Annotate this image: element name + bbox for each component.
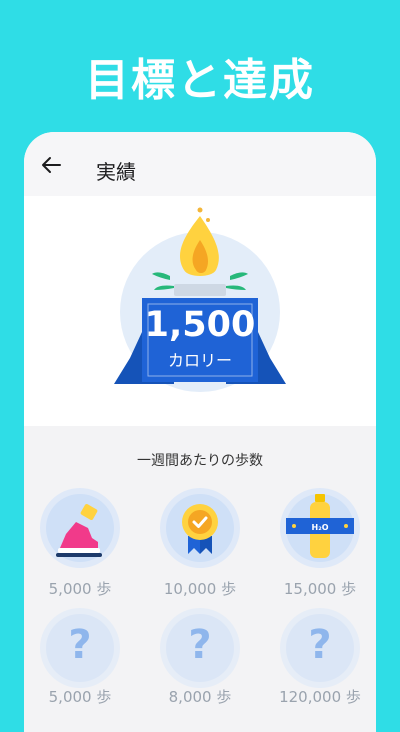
shoe-icon	[56, 504, 102, 557]
app-bar: 実績	[24, 132, 376, 196]
section-title: 一週間あたりの歩数	[137, 453, 263, 469]
medal-icon	[182, 504, 218, 554]
question-icon: ?	[68, 622, 92, 668]
badge-steps-2[interactable]	[160, 488, 240, 568]
badge-label: 5,000 歩	[48, 688, 112, 706]
phone-screen: 実績 1,500 カロリー 一週間あたりの歩数 5,000 歩 10,000 歩…	[24, 132, 376, 732]
badge-label: 15,000 歩	[283, 580, 357, 598]
badge-steps-locked-1[interactable]: ?	[40, 608, 120, 688]
badge-label: 120,000 歩	[279, 688, 361, 706]
badge-label: 10,000 歩	[163, 580, 237, 598]
question-icon: ?	[188, 622, 212, 668]
promo-headline: 目標と達成	[85, 55, 315, 106]
badge-steps-locked-2[interactable]: ?	[160, 608, 240, 688]
badge-label: 8,000 歩	[168, 688, 232, 706]
question-icon: ?	[308, 622, 332, 668]
arrow-left-icon[interactable]	[40, 154, 62, 176]
water-bottle-icon: H₂O	[286, 494, 354, 558]
page-title: 実績	[96, 160, 136, 184]
calorie-unit: カロリー	[167, 351, 232, 370]
badge-steps-locked-3[interactable]: ?	[280, 608, 360, 688]
badge-label: 5,000 歩	[48, 580, 112, 598]
calorie-value: 1,500	[144, 305, 256, 345]
svg-text:H₂O: H₂O	[312, 523, 329, 532]
badge-steps-3[interactable]: H₂O	[280, 488, 360, 568]
badge-steps-1[interactable]	[40, 488, 120, 568]
